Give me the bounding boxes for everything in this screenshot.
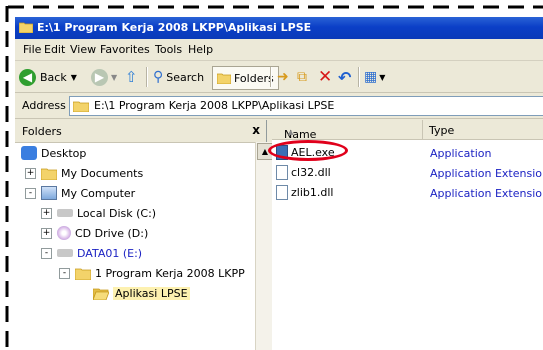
tree-item-local-disk-c[interactable]: Local Disk (C:): [57, 204, 156, 222]
column-header-name[interactable]: Name ▲: [272, 120, 423, 141]
file-type: Application Extension: [430, 167, 543, 180]
toolbar-separator: [358, 67, 360, 87]
column-header-type[interactable]: Type: [423, 120, 543, 140]
undo-icon: ↶: [338, 67, 352, 87]
folder-icon: [75, 268, 91, 280]
open-folder-icon: [93, 288, 109, 300]
address-input[interactable]: E:\1 Program Kerja 2008 LKPP\Aplikasi LP…: [69, 96, 543, 116]
folders-pane-header: Folders x: [15, 120, 266, 143]
close-pane-button[interactable]: x: [252, 123, 260, 137]
undo-button[interactable]: ↶: [338, 66, 351, 88]
tree-item-aplikasi-lpse[interactable]: Aplikasi LPSE: [93, 284, 190, 302]
menu-file[interactable]: File: [23, 43, 41, 56]
expand-icon[interactable]: +: [25, 168, 36, 179]
tree-item-program-kerja[interactable]: 1 Program Kerja 2008 LKPP: [75, 264, 245, 282]
views-button[interactable]: ▦ ▼: [364, 66, 385, 88]
sort-ascending-icon: ▲: [288, 128, 294, 136]
collapse-icon[interactable]: -: [41, 248, 52, 259]
menu-edit[interactable]: Edit: [44, 43, 65, 56]
tree-item-my-documents[interactable]: My Documents: [41, 164, 143, 182]
delete-button[interactable]: ✕: [318, 66, 332, 88]
search-icon: ⚲: [153, 69, 164, 85]
menu-favorites[interactable]: Favorites: [100, 43, 150, 56]
folders-scrollbar[interactable]: ▲: [255, 142, 273, 350]
computer-icon: [41, 186, 57, 200]
expand-icon[interactable]: +: [41, 228, 52, 239]
table-row[interactable]: cl32.dll Application Extension: [272, 163, 543, 183]
title-bar[interactable]: E:\1 Program Kerja 2008 LKPP\Aplikasi LP…: [15, 17, 543, 39]
table-row[interactable]: zlib1.dll Application Extension: [272, 183, 543, 203]
highlight-ring: [268, 140, 348, 161]
menu-help[interactable]: Help: [188, 43, 213, 56]
drive-icon: [57, 209, 73, 217]
menu-tools[interactable]: Tools: [155, 43, 182, 56]
file-name: zlib1.dll: [291, 186, 334, 199]
table-row[interactable]: AEL.exe Application: [268, 140, 543, 163]
search-button[interactable]: ⚲ Search: [153, 66, 204, 88]
forward-arrow-icon: ▶: [91, 68, 108, 86]
address-bar: Address E:\1 Program Kerja 2008 LKPP\Apl…: [15, 93, 543, 119]
file-list: Name ▲ Type AEL.exe Application cl32.dll…: [268, 120, 543, 350]
up-folder-icon: ⇧: [125, 68, 138, 86]
folder-icon: [41, 168, 57, 180]
toolbar-separator: [270, 67, 272, 87]
cd-drive-icon: [57, 226, 71, 240]
folders-pane: Folders x ▲ Desktop + My Documents - My …: [15, 120, 273, 350]
toolbar: ◀ Back ▼ ▶ ▼ ⇧ ⚲ Search Folders ➜ ⧉ ✕ ↶ …: [15, 61, 543, 93]
toolbar-separator: [146, 67, 148, 87]
menu-view[interactable]: View: [70, 43, 96, 56]
dll-icon: [276, 165, 288, 180]
tree-item-data01-e[interactable]: DATA01 (E:): [57, 244, 142, 262]
desktop-icon: [21, 146, 37, 160]
dll-icon: [276, 185, 288, 200]
folders-pane-title: Folders: [22, 125, 62, 138]
tree-item-cd-drive-d[interactable]: CD Drive (D:): [57, 224, 148, 242]
folder-icon: [19, 22, 33, 33]
explorer-window: E:\1 Program Kerja 2008 LKPP\Aplikasi LP…: [15, 17, 543, 350]
drive-icon: [57, 249, 73, 257]
move-to-button[interactable]: ➜: [277, 66, 289, 88]
address-value: E:\1 Program Kerja 2008 LKPP\Aplikasi LP…: [94, 99, 335, 112]
window-title: E:\1 Program Kerja 2008 LKPP\Aplikasi LP…: [37, 21, 312, 34]
delete-icon: ✕: [318, 67, 333, 87]
copy-to-icon: ⧉: [297, 69, 307, 85]
chevron-down-icon: ▼: [70, 72, 77, 82]
views-icon: ▦: [364, 69, 378, 85]
menu-bar: File Edit View Favorites Tools Help: [15, 39, 543, 61]
tree-item-my-computer[interactable]: My Computer: [41, 184, 135, 202]
back-button[interactable]: ◀ Back ▼: [19, 66, 77, 88]
file-type: Application: [430, 147, 492, 160]
move-to-icon: ➜: [277, 69, 289, 85]
back-arrow-icon: ◀: [19, 68, 36, 86]
file-name: cl32.dll: [291, 166, 331, 179]
file-type: Application Extension: [430, 187, 543, 200]
up-folder-button[interactable]: ⇧: [125, 66, 138, 88]
copy-to-button[interactable]: ⧉: [297, 66, 307, 88]
collapse-icon[interactable]: -: [25, 188, 36, 199]
forward-button[interactable]: ▶ ▼: [91, 66, 117, 88]
collapse-icon[interactable]: -: [59, 268, 70, 279]
folder-icon: [73, 101, 89, 112]
tree-item-desktop[interactable]: Desktop: [21, 144, 86, 162]
expand-icon[interactable]: +: [41, 208, 52, 219]
address-label: Address: [22, 99, 66, 112]
folders-button[interactable]: Folders: [212, 66, 279, 90]
chevron-down-icon: ▼: [111, 72, 118, 82]
folder-icon: [217, 73, 231, 84]
chevron-down-icon: ▼: [379, 72, 386, 82]
